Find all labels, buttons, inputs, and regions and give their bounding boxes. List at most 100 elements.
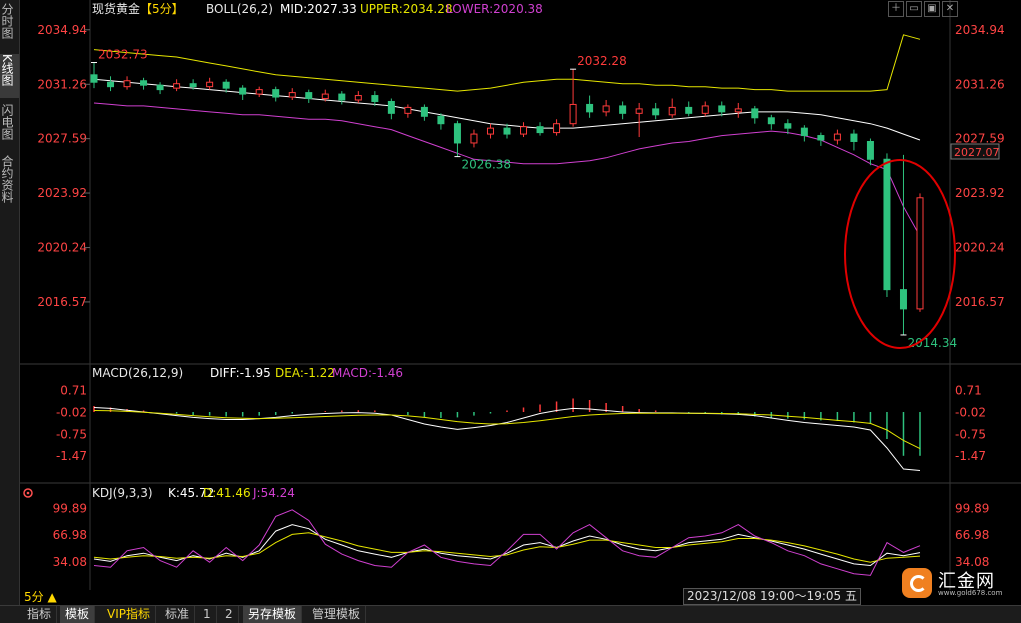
macd-dea-line — [93, 410, 921, 450]
current-price: 2027.07 — [954, 146, 1000, 159]
close-window-icon[interactable]: ✕ — [942, 1, 958, 17]
add-window-icon[interactable]: ＋ — [888, 1, 904, 17]
tab-timeshare[interactable]: 分时图 — [0, 3, 19, 47]
kdj-d: D:41.46 — [203, 486, 251, 500]
main-y-axis: 2034.94 2034.94 2031.26 2031.26 2027.59 2027.… — [37, 23, 1004, 309]
candle-body — [437, 115, 445, 125]
tab-save-template[interactable]: 另存模板 — [243, 606, 303, 623]
macd-value: MACD:-1.46 — [332, 366, 403, 380]
kdj-label: KDJ(9,3,3) — [92, 486, 153, 500]
macd-dea: DEA:-1.22 — [275, 366, 335, 380]
tab-contract-info[interactable]: 合约资料 — [0, 155, 19, 213]
candle-body — [453, 123, 461, 144]
annotation-high-mid: 2032.28 — [577, 54, 627, 68]
kdj-y-tick-right-1: 66.98 — [955, 528, 989, 542]
candle-body — [107, 81, 115, 88]
highlight-circle — [844, 159, 956, 349]
boll-mid: MID:2027.33 — [280, 2, 357, 16]
candle-body — [833, 133, 841, 141]
candle-body — [883, 158, 891, 291]
kdj-settings-icon[interactable] — [23, 488, 33, 498]
tab-standard[interactable]: 标准 — [160, 606, 196, 623]
tab-kline-label: K线图 — [0, 54, 14, 86]
symbol-name: 现货黄金 — [92, 1, 140, 16]
candle-body — [899, 289, 907, 310]
kdj-plot — [93, 509, 921, 576]
candle-body — [123, 80, 131, 88]
tab-indicator[interactable]: 指标 — [22, 606, 58, 623]
candle-body — [272, 89, 280, 98]
candlestick-series — [90, 62, 924, 335]
candle-body — [486, 127, 494, 135]
main-y-tick-left-4: 2020.24 — [37, 241, 87, 255]
macd-y-tick-left-2: -0.75 — [56, 428, 87, 442]
candle-body — [668, 106, 676, 116]
candle-body — [173, 83, 181, 89]
bottom-toolbar: 指标 模板 VIP指标 标准 1 2 另存模板 管理模板 — [0, 605, 1021, 623]
candle-body — [701, 105, 709, 114]
macd-y-tick-right-2: -0.75 — [955, 428, 986, 442]
candle-body — [255, 89, 263, 95]
macd-y-tick-right-3: -1.47 — [955, 449, 986, 463]
candle-body — [916, 197, 924, 310]
macd-y-tick-left-0: 0.71 — [60, 384, 87, 398]
candle-body — [503, 127, 511, 135]
candle-body — [586, 103, 594, 113]
main-y-tick-right-4: 2020.24 — [955, 241, 1005, 255]
candle-body — [553, 123, 561, 134]
kdj-y-tick-left-1: 66.98 — [53, 528, 87, 542]
main-y-tick-right-1: 2031.26 — [955, 77, 1005, 91]
tab-flash[interactable]: 闪电图 — [0, 104, 19, 148]
macd-diff: DIFF:-1.95 — [210, 366, 271, 380]
kdj-y-tick-left-0: 99.89 — [53, 501, 87, 515]
candle-body — [850, 133, 858, 142]
kdj-y-tick-right-0: 99.89 — [955, 501, 989, 515]
tab-vip-indicator[interactable]: VIP指标 — [102, 606, 156, 623]
left-tab-bar: 分时图 K线图 闪电图 合约资料 — [0, 0, 20, 605]
main-y-tick-right-3: 2023.92 — [955, 186, 1005, 200]
kdj-k-line — [93, 524, 921, 567]
kdj-y-axis: 99.89 99.8966.98 66.9834.08 34.08 — [53, 501, 990, 569]
candle-body — [866, 140, 874, 160]
candle-body — [354, 95, 362, 101]
candle-body — [800, 127, 808, 137]
candle-body — [156, 84, 164, 91]
restore-window-icon[interactable]: ▭ — [906, 1, 922, 17]
kdj-y-tick-left-2: 34.08 — [53, 555, 87, 569]
macd-plot — [93, 398, 921, 471]
logo-icon — [902, 568, 932, 598]
macd-y-tick-left-1: -0.02 — [56, 406, 87, 420]
crosshair-datetime: 2023/12/08 19:00～19:05 五 — [683, 588, 861, 605]
macd-y-tick-right-0: 0.71 — [955, 384, 982, 398]
tab-1[interactable]: 1 — [198, 606, 217, 623]
macd-y-tick-right-1: -0.02 — [955, 406, 986, 420]
tab-manage-template[interactable]: 管理模板 — [307, 606, 367, 623]
tab-kline[interactable]: K线图 — [0, 54, 19, 98]
period-label: 【5分】 — [140, 2, 184, 16]
boll-lower: LOWER:2020.38 — [446, 2, 543, 16]
candle-body — [784, 123, 792, 129]
boll-line-upper — [93, 34, 921, 92]
candle-body — [321, 93, 329, 100]
main-y-tick-left-5: 2016.57 — [37, 295, 87, 309]
candle-body — [718, 105, 726, 113]
chart-canvas[interactable]: 现货黄金 【5分】 BOLL(26,2) MID:2027.33 UPPER:2… — [20, 0, 1021, 605]
tab-2[interactable]: 2 — [220, 606, 239, 623]
period-selector[interactable]: 5分 ▲ — [24, 588, 57, 605]
candle-body — [569, 103, 577, 125]
tab-template[interactable]: 模板 — [60, 606, 96, 623]
candle-body — [767, 117, 775, 125]
maximize-window-icon[interactable]: ▣ — [924, 1, 940, 17]
candle-body — [404, 106, 412, 114]
macd-y-axis: 0.71 0.71 -0.02 -0.02 -0.75 -0.75 -1.47 -1.47 — [56, 384, 986, 463]
candle-body — [387, 100, 395, 114]
candle-body — [619, 105, 627, 114]
candle-body — [338, 93, 346, 101]
tab-flash-label: 闪电图 — [0, 104, 14, 140]
candle-body — [652, 108, 660, 116]
candle-body — [189, 83, 197, 88]
candle-body — [635, 108, 643, 114]
main-y-tick-left-2: 2027.59 — [37, 132, 87, 146]
main-y-tick-right-0: 2034.94 — [955, 23, 1005, 37]
kdj-j: J:54.24 — [252, 486, 295, 500]
